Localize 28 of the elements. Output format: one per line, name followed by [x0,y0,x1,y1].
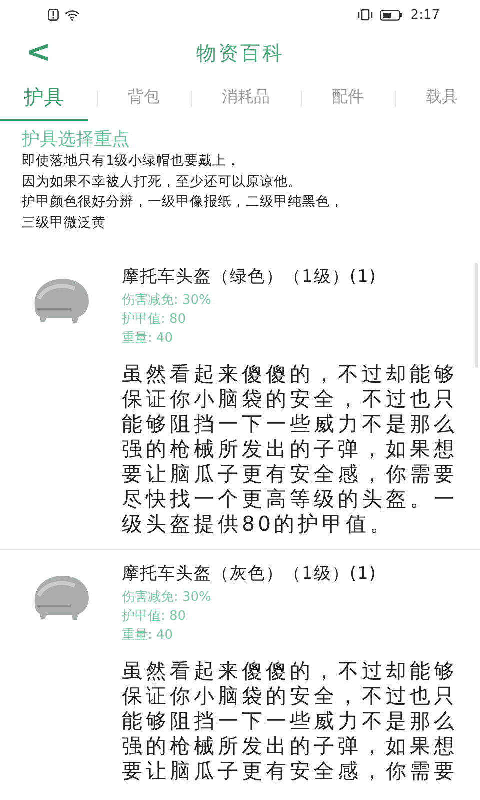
tab[interactable]: 护具 [0,76,88,121]
item-stat: 伤害减免: 30% [122,292,212,310]
tip-text: 护甲颜色很好分辨，一级甲像报纸，二级甲纯黑色， [22,193,345,212]
tab[interactable]: 载具 [404,76,480,121]
vibrate-icon [356,9,374,21]
item-description: 虽然看起来傻傻的，不过却能够保证你小脑袋的安全，不过也只能够阻挡一下一些威力不是那么强的枪械所发出的子弹，如果想要让脑瓜子更有安全感，你需要尽快找一个更高等级的头盔。一级头盔提供80的护甲值。 [122,362,459,537]
scrollbar[interactable] [475,263,478,368]
tab[interactable]: 背包 [106,76,182,121]
wifi-icon [65,10,80,20]
item-stat: 护甲值: 80 [122,311,188,329]
battery-icon [380,10,403,20]
tip-text: 因为如果不幸被人打死，至少还可以原谅他。 [22,172,303,192]
item-name: 摩托车头盔（绿色）（1级）(1) [122,266,378,289]
item-description: 虽然看起来傻傻的，不过却能够保证你小脑袋的安全，不过也只能够阻挡一下一些威力不是那么强的枪械所发出的子弹，如果想要让脑瓜子更有安全感，你需要 [122,659,459,784]
tab[interactable]: 消耗品 [200,76,292,121]
item-stat: 伤害减免: 30% [122,589,212,607]
status-time: 2:17 [410,8,440,22]
section-title: 护具选择重点 [22,129,131,151]
item-stat: 重量: 40 [122,330,174,348]
tip-text: 即使落地只有1级小绿帽也要戴上， [22,152,242,171]
page-title: 物资百科 [196,40,286,66]
item-stat: 护甲值: 80 [122,608,188,626]
tip-text: 三级甲微泛黄 [22,214,107,232]
tab[interactable]: 配件 [310,76,386,121]
item-stat: 重量: 40 [122,627,174,645]
back-button[interactable]: < [20,36,58,70]
notification-icon [48,9,59,21]
item-name: 摩托车头盔（灰色）（1级）(1) [122,563,378,586]
